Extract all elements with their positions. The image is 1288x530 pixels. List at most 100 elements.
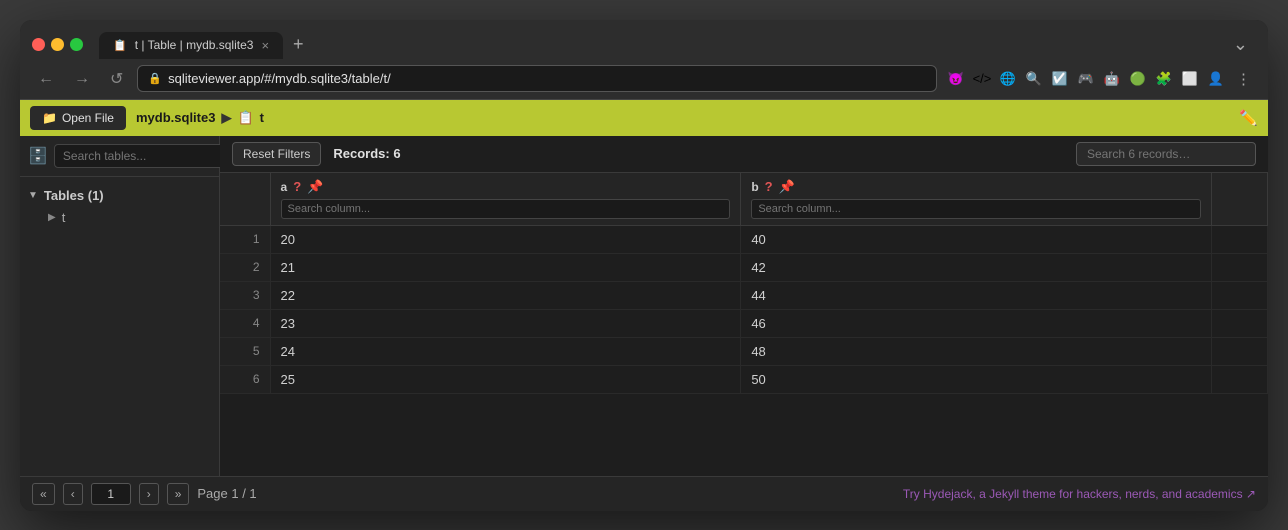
nav-bar: ← → ↺ 🔒 sqliteviewer.app/#/mydb.sqlite3/… [20,59,1268,100]
title-bar: 📋 t | Table | mydb.sqlite3 × + ⌄ [20,20,1268,59]
tab-close-button[interactable]: × [261,38,269,53]
table-item-t[interactable]: ▶ t [28,206,211,229]
menu-button[interactable]: ⋮ [1231,67,1256,91]
search-column-a-input[interactable] [281,199,731,219]
ext-icon-9[interactable]: 🧩 [1153,68,1175,90]
breadcrumb-arrow: ▶ [221,110,231,126]
table-row[interactable]: 6 25 50 [220,365,1268,393]
breadcrumb-db[interactable]: mydb.sqlite3 [136,110,215,125]
ext-icon-6[interactable]: 🎮 [1075,68,1097,90]
cell-b: 40 [741,225,1212,253]
content-area: Reset Filters Records: 6 a ? 📌 [220,136,1268,476]
close-traffic-light[interactable] [32,38,45,51]
open-file-button[interactable]: 📁 Open File [30,106,126,130]
cell-a: 20 [270,225,741,253]
reload-button[interactable]: ↺ [104,65,129,93]
cell-b: 44 [741,281,1212,309]
cell-empty [1212,253,1268,281]
reset-filters-button[interactable]: Reset Filters [232,142,321,166]
row-number: 6 [220,365,270,393]
last-page-button[interactable]: » [167,483,190,505]
database-icon: 🗄️ [28,146,48,166]
column-a-pin-icon[interactable]: 📌 [307,179,323,195]
table-row[interactable]: 3 22 44 [220,281,1268,309]
cell-empty [1212,225,1268,253]
search-records-input[interactable] [1076,142,1256,166]
page-number-input[interactable] [91,483,131,505]
footer: « ‹ › » Page 1 / 1 Try Hydejack, a Jekyl… [20,476,1268,511]
column-b-name: b [751,180,758,194]
open-file-label: Open File [62,111,114,125]
table-body: 1 20 40 2 21 42 3 22 44 4 23 46 5 24 48 … [220,225,1268,393]
next-page-button[interactable]: › [139,483,159,505]
maximize-traffic-light[interactable] [70,38,83,51]
cell-b: 48 [741,337,1212,365]
row-number: 2 [220,253,270,281]
cell-a: 22 [270,281,741,309]
column-header-a: a ? 📌 [270,173,741,226]
cell-b: 46 [741,309,1212,337]
tabs-bar: 📋 t | Table | mydb.sqlite3 × + ⌄ [99,30,1256,59]
breadcrumb: mydb.sqlite3 ▶ 📋 t [136,110,264,126]
row-number: 4 [220,309,270,337]
page-info: Page 1 / 1 [197,486,256,501]
tab-more-button[interactable]: ⌄ [1225,30,1256,59]
sidebar: 🗄️ ▼ Tables (1) ▶ t [20,136,220,476]
data-table: a ? 📌 b ? 📌 [220,173,1268,476]
column-header-b: b ? 📌 [741,173,1212,226]
active-tab[interactable]: 📋 t | Table | mydb.sqlite3 × [99,32,283,59]
column-b-pin-icon[interactable]: 📌 [779,179,795,195]
forward-button[interactable]: → [68,66,96,92]
address-bar[interactable]: 🔒 sqliteviewer.app/#/mydb.sqlite3/table/… [137,65,937,92]
ext-icon-1[interactable]: 😈 [945,68,967,90]
table-row[interactable]: 5 24 48 [220,337,1268,365]
first-page-button[interactable]: « [32,483,55,505]
ext-icon-8[interactable]: 🟢 [1127,68,1149,90]
tables-count-label: Tables (1) [44,188,104,203]
table-row[interactable]: 2 21 42 [220,253,1268,281]
column-a-question-icon[interactable]: ? [293,179,301,194]
row-number: 3 [220,281,270,309]
minimize-traffic-light[interactable] [51,38,64,51]
breadcrumb-table[interactable]: t [260,110,264,125]
chevron-down-icon: ▼ [28,190,38,201]
row-number: 1 [220,225,270,253]
cell-empty [1212,309,1268,337]
records-table: a ? 📌 b ? 📌 [220,173,1268,394]
cell-empty [1212,337,1268,365]
ext-icon-7[interactable]: 🤖 [1101,68,1123,90]
table-row[interactable]: 1 20 40 [220,225,1268,253]
ext-icon-3[interactable]: 🌐 [997,68,1019,90]
table-row[interactable]: 4 23 46 [220,309,1268,337]
extension-icons: 😈 </> 🌐 🔍 ☑️ 🎮 🤖 🟢 🧩 ⬜ 👤 ⋮ [945,67,1256,91]
browser-window: 📋 t | Table | mydb.sqlite3 × + ⌄ ← → ↺ 🔒… [20,20,1268,511]
ext-icon-11[interactable]: 👤 [1205,68,1227,90]
ext-icon-4[interactable]: 🔍 [1023,68,1045,90]
lock-icon: 🔒 [148,72,162,85]
edit-button[interactable]: ✏️ [1239,109,1258,127]
table-expand-icon: ▶ [48,212,56,223]
content-header: Reset Filters Records: 6 [220,136,1268,173]
promo-link[interactable]: Try Hydejack, a Jekyll theme for hackers… [903,487,1256,501]
search-column-b-input[interactable] [751,199,1201,219]
back-button[interactable]: ← [32,66,60,92]
search-tables-input[interactable] [54,144,227,168]
cell-a: 23 [270,309,741,337]
cell-empty [1212,281,1268,309]
column-b-question-icon[interactable]: ? [765,179,773,194]
ext-icon-5[interactable]: ☑️ [1049,68,1071,90]
sidebar-top: 🗄️ [20,136,219,177]
cell-a: 24 [270,337,741,365]
cell-a: 25 [270,365,741,393]
empty-col-header [1212,173,1268,226]
prev-page-button[interactable]: ‹ [63,483,83,505]
new-tab-button[interactable]: + [285,30,312,59]
cell-b: 50 [741,365,1212,393]
ext-icon-2[interactable]: </> [971,68,993,90]
cell-empty [1212,365,1268,393]
traffic-lights [32,38,83,51]
tables-header[interactable]: ▼ Tables (1) [28,185,211,206]
ext-icon-10[interactable]: ⬜ [1179,68,1201,90]
records-count: Records: 6 [333,146,400,161]
row-number-header [220,173,270,226]
